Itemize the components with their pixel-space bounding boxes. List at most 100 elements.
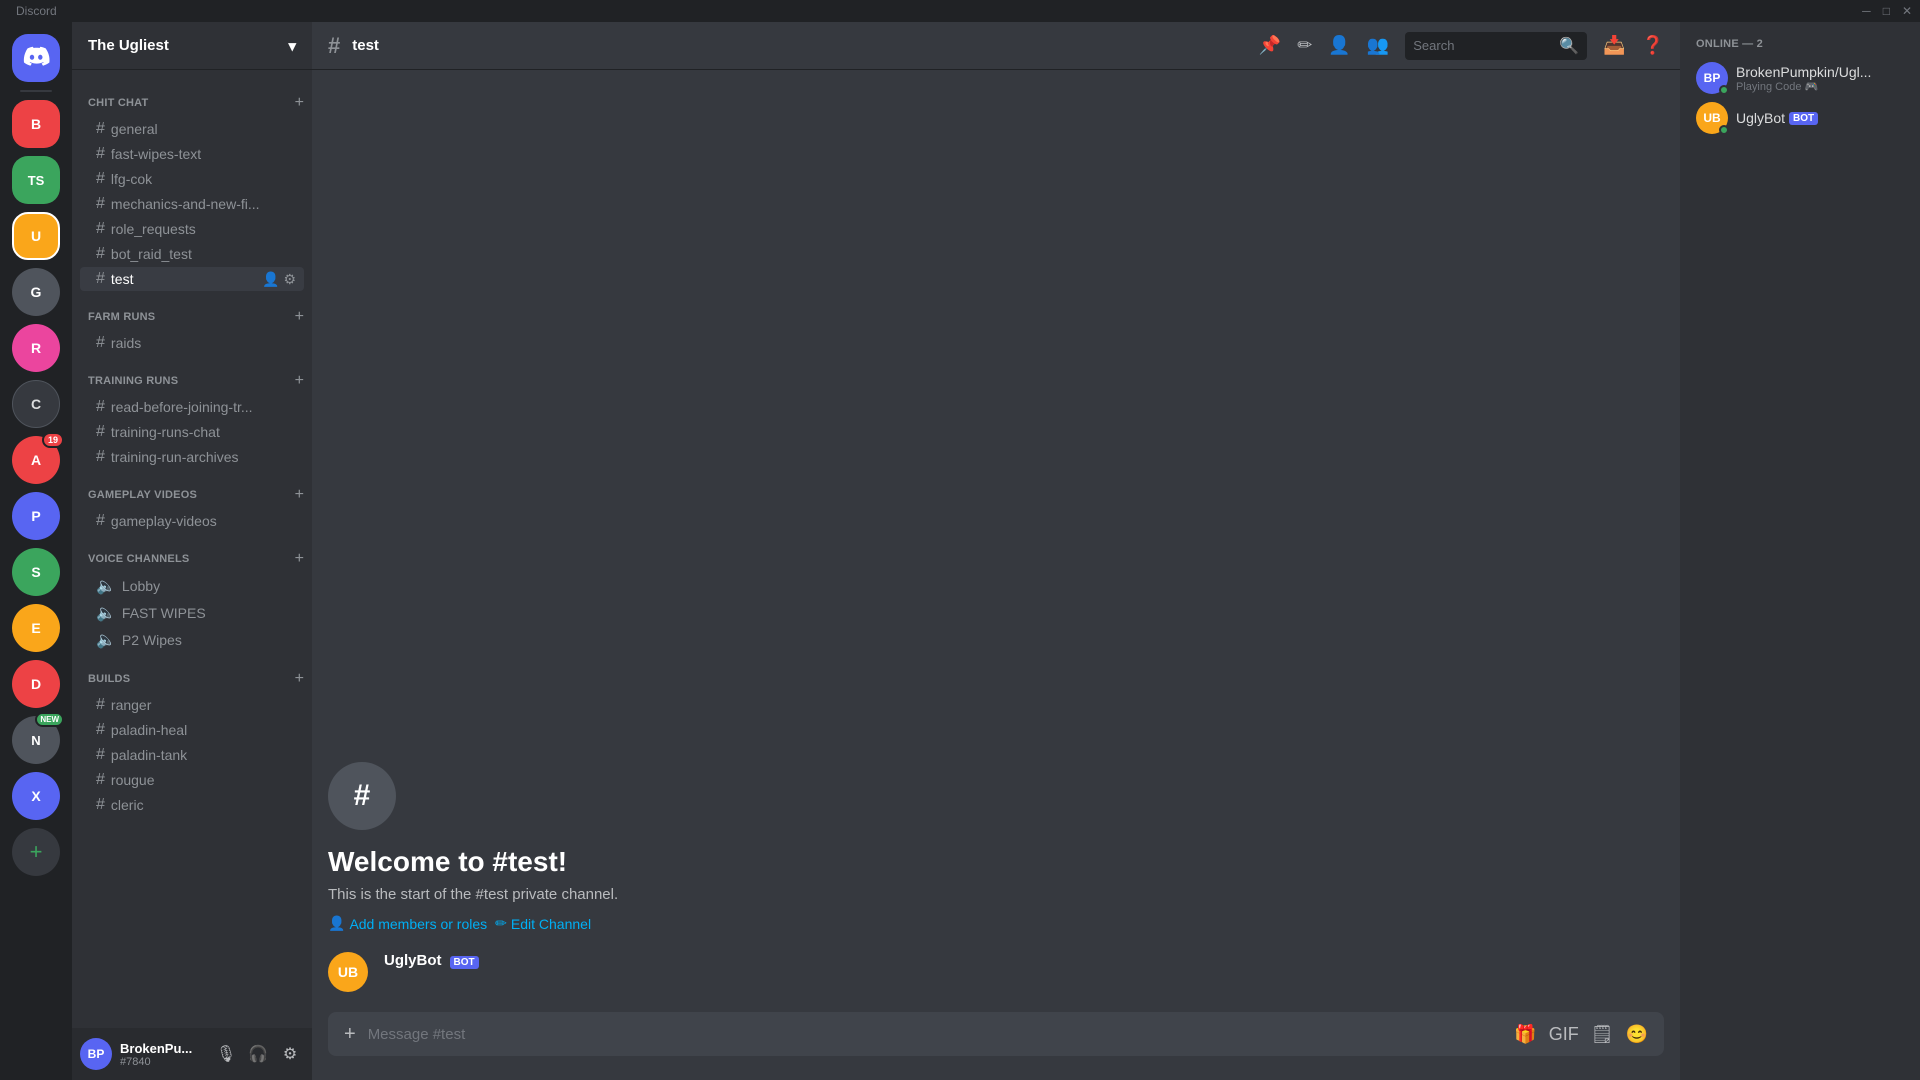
channel-role-requests[interactable]: # role_requests: [80, 217, 304, 241]
settings-icon[interactable]: ⚙: [283, 271, 296, 288]
server-icon-5[interactable]: R: [12, 324, 60, 372]
uglybot-avatar: UB: [328, 952, 368, 992]
help-icon[interactable]: ❓: [1642, 35, 1664, 56]
server-icon-7[interactable]: A 19: [12, 436, 60, 484]
sticker-icon[interactable]: 🗒: [1591, 1024, 1614, 1045]
discord-home-button[interactable]: [12, 34, 60, 82]
channel-fast-wipes-text[interactable]: # fast-wipes-text: [80, 142, 304, 166]
text-channel-icon: #: [96, 195, 105, 213]
close-button[interactable]: ✕: [1902, 4, 1912, 18]
pin-icon[interactable]: 📌: [1259, 35, 1281, 56]
add-member-header-icon[interactable]: 👤: [1328, 35, 1350, 56]
channel-fast-wipes-text-name: fast-wipes-text: [111, 146, 296, 162]
add-server-button[interactable]: +: [12, 828, 60, 876]
category-builds[interactable]: BUILDS +: [72, 654, 312, 692]
category-gameplay-videos-add[interactable]: +: [295, 486, 304, 504]
search-icon: 🔍: [1559, 36, 1579, 56]
emoji-icon[interactable]: 😊: [1626, 1024, 1648, 1045]
server-icon-12[interactable]: N NEW: [12, 716, 60, 764]
server-header[interactable]: The Ugliest ▾: [72, 22, 312, 70]
channel-training-archives[interactable]: # training-run-archives: [80, 445, 304, 469]
channel-bot-raid-test[interactable]: # bot_raid_test: [80, 242, 304, 266]
text-channel-icon: #: [96, 771, 105, 789]
voice-channel-icon: 🔈: [96, 603, 116, 623]
settings-button[interactable]: ⚙: [276, 1040, 304, 1068]
gif-icon[interactable]: GIF: [1549, 1024, 1579, 1045]
category-farm-runs[interactable]: FARM RUNS +: [72, 292, 312, 330]
minimize-button[interactable]: ─: [1862, 4, 1871, 18]
member-uglybot[interactable]: UB UglyBot BOT: [1688, 98, 1912, 138]
edit-icon[interactable]: ✏: [1297, 35, 1312, 56]
channel-ranger[interactable]: # ranger: [80, 693, 304, 717]
channel-paladin-heal[interactable]: # paladin-heal: [80, 718, 304, 742]
channel-lfg-cok[interactable]: # lfg-cok: [80, 167, 304, 191]
category-chit-chat-label: CHIT CHAT: [88, 97, 148, 109]
server-icon-active[interactable]: U: [12, 212, 60, 260]
category-voice-channels-add[interactable]: +: [295, 550, 304, 568]
server-icon-13[interactable]: X: [12, 772, 60, 820]
user-area: BP BrokenPu... #7840 🎙 🎧 ⚙: [72, 1028, 312, 1080]
category-farm-runs-add[interactable]: +: [295, 308, 304, 326]
voice-channel-p2-wipes[interactable]: 🔈 P2 Wipes: [80, 627, 304, 653]
server-icon-2[interactable]: TS: [12, 156, 60, 204]
user-tag: #7840: [120, 1056, 204, 1068]
channel-general-name: general: [111, 121, 296, 137]
header-search: 🔍: [1405, 32, 1587, 60]
member-brokenpumpkin[interactable]: BP BrokenPumpkin/Ugl... Playing Code 🎮: [1688, 58, 1912, 98]
server-icon-6[interactable]: C: [12, 380, 60, 428]
channel-rougue[interactable]: # rougue: [80, 768, 304, 792]
category-gameplay-videos[interactable]: GAMEPLAY VIDEOS +: [72, 470, 312, 508]
category-chit-chat-add[interactable]: +: [295, 94, 304, 112]
online-header: ONLINE — 2: [1688, 38, 1912, 58]
add-members-link[interactable]: 👤 Add members or roles: [328, 915, 487, 932]
user-controls: 🎙 🎧 ⚙: [212, 1040, 304, 1068]
member-uglybot-avatar: UB: [1696, 102, 1728, 134]
members-icon[interactable]: 👥: [1367, 35, 1389, 56]
deafen-button[interactable]: 🎧: [244, 1040, 272, 1068]
channel-read-before[interactable]: # read-before-joining-tr...: [80, 395, 304, 419]
category-training-runs-add[interactable]: +: [295, 372, 304, 390]
channel-gameplay-videos[interactable]: # gameplay-videos: [80, 509, 304, 533]
channel-mechanics[interactable]: # mechanics-and-new-fi...: [80, 192, 304, 216]
inbox-icon[interactable]: 📥: [1603, 35, 1625, 56]
gift-icon[interactable]: 🎁: [1514, 1024, 1536, 1045]
user-avatar: BP: [80, 1038, 112, 1070]
message-input[interactable]: [368, 1026, 1503, 1043]
member-brokenpumpkin-info: BrokenPumpkin/Ugl... Playing Code 🎮: [1736, 64, 1904, 93]
server-icon-9[interactable]: S: [12, 548, 60, 596]
voice-channel-lobby[interactable]: 🔈 Lobby: [80, 573, 304, 599]
server-icon-10[interactable]: E: [12, 604, 60, 652]
channel-training-chat[interactable]: # training-runs-chat: [80, 420, 304, 444]
text-channel-icon: #: [96, 796, 105, 814]
channel-gameplay-videos-name: gameplay-videos: [111, 513, 296, 529]
category-voice-channels[interactable]: VOICE CHANNELS +: [72, 534, 312, 572]
voice-channel-fast-wipes[interactable]: 🔈 FAST WIPES: [80, 600, 304, 626]
member-uglybot-name: UglyBot: [1736, 110, 1785, 126]
uglybot-status-indicator: [1719, 125, 1729, 135]
category-training-runs[interactable]: TRAINING RUNS +: [72, 356, 312, 394]
server-icon-4[interactable]: G: [12, 268, 60, 316]
channel-bot-raid-test-name: bot_raid_test: [111, 246, 296, 262]
maximize-button[interactable]: □: [1883, 4, 1890, 18]
message-add-button[interactable]: +: [344, 1023, 356, 1046]
add-members-label: Add members or roles: [349, 916, 487, 932]
edit-channel-link[interactable]: ✏ Edit Channel: [495, 915, 591, 932]
chevron-down-icon: ▾: [288, 37, 296, 55]
mute-button[interactable]: 🎙: [212, 1040, 240, 1068]
category-chit-chat[interactable]: CHIT CHAT +: [72, 78, 312, 116]
server-icon-1[interactable]: B: [12, 100, 60, 148]
add-member-icon[interactable]: 👤: [262, 271, 279, 288]
channel-test[interactable]: # test 👤 ⚙: [80, 267, 304, 291]
channel-raids[interactable]: # raids: [80, 331, 304, 355]
channel-paladin-tank-name: paladin-tank: [111, 747, 296, 763]
server-icon-11[interactable]: D: [12, 660, 60, 708]
channel-paladin-tank[interactable]: # paladin-tank: [80, 743, 304, 767]
server-icon-8[interactable]: P: [12, 492, 60, 540]
channel-cleric[interactable]: # cleric: [80, 793, 304, 817]
search-input[interactable]: [1413, 38, 1553, 53]
text-channel-icon: #: [96, 120, 105, 138]
channel-training-archives-name: training-run-archives: [111, 449, 296, 465]
channel-general[interactable]: # general: [80, 117, 304, 141]
category-builds-add[interactable]: +: [295, 670, 304, 688]
category-farm-runs-label: FARM RUNS: [88, 311, 155, 323]
